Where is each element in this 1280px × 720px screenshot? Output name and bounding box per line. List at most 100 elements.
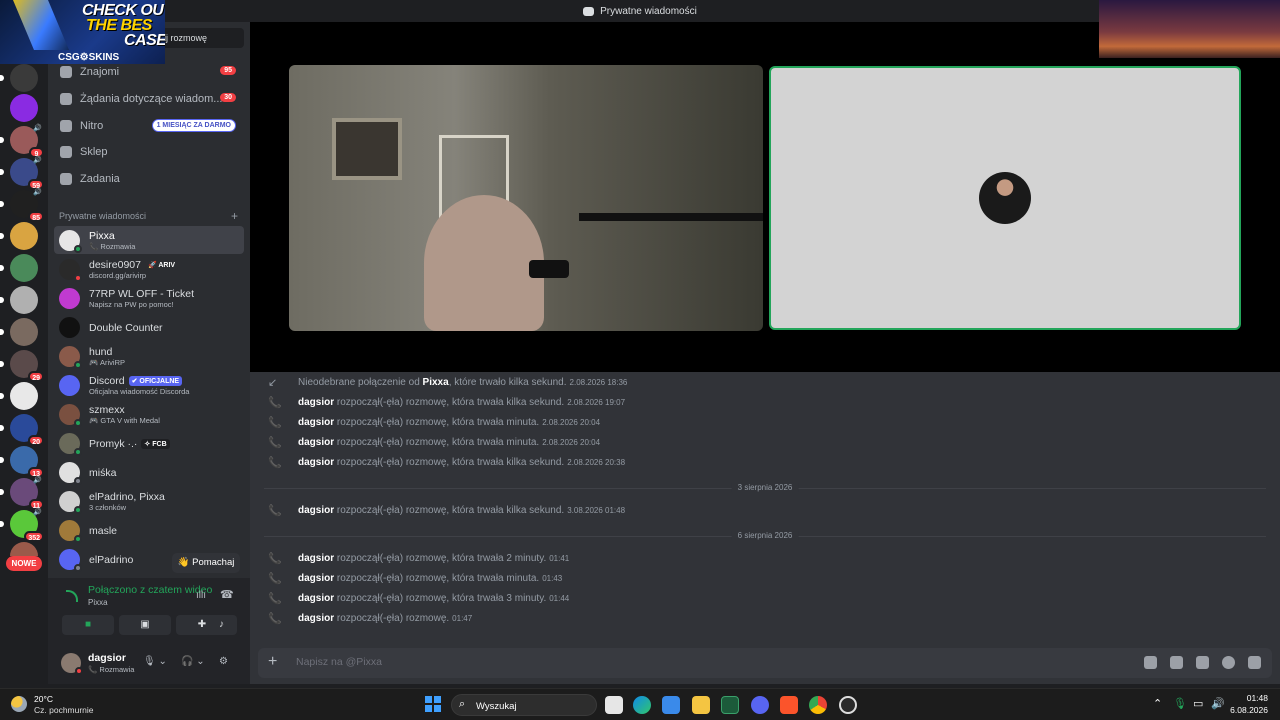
mention-badge: 352 [24, 531, 44, 542]
server-list: 🔊 9 🔊 59 🔊 85 29 20 13 🔊 11 🔊 352 [0, 64, 48, 578]
nav-label: Żądania dotyczące wiadom... [80, 93, 223, 105]
caller-name[interactable]: Pixxa [423, 377, 449, 388]
dm-item-discord[interactable]: Discord ✔ OFICJALNE Oficjalna wiadomość D… [54, 371, 244, 399]
apps-icon[interactable] [1248, 656, 1261, 669]
settings-icon[interactable]: ⚙ [219, 656, 228, 667]
chevron-up-icon[interactable]: ⌃ [1153, 697, 1162, 710]
user-status: 📞 Rozmawia [88, 665, 135, 674]
server-icon[interactable]: 🔊 85 [0, 189, 44, 222]
start-menu-icon[interactable] [425, 696, 441, 712]
voice-status-channel[interactable]: Pixxa [88, 598, 108, 607]
weather-temperature[interactable]: 20°C [34, 694, 53, 704]
headset-icon[interactable]: 🎧 ⌄ [181, 656, 205, 667]
user-avatar[interactable] [61, 653, 83, 675]
server-icon[interactable] [0, 286, 38, 314]
shop-icon [60, 146, 72, 158]
steam-icon[interactable] [839, 696, 857, 714]
dm-item-77rp-ticket[interactable]: 77RP WL OFF - Ticket Napisz na PW po pom… [54, 284, 244, 312]
edge-icon[interactable] [633, 696, 651, 714]
clock-date[interactable]: 6.08.2026 [1222, 705, 1268, 715]
speaker-icon: 🔊 [33, 157, 42, 164]
dm-status: 📞 Rozmawia [89, 242, 136, 251]
server-icon[interactable] [0, 254, 38, 282]
server-icon[interactable] [0, 382, 38, 410]
phone-icon: 📞 [268, 613, 282, 625]
caller-name[interactable]: dagsior [298, 397, 334, 408]
server-icon[interactable]: 🔊 9 [0, 125, 44, 158]
dm-item-masle[interactable]: masle [54, 516, 244, 544]
server-icon[interactable]: 29 [0, 350, 44, 382]
screen-share-button[interactable]: ▣ [119, 615, 171, 635]
chrome-icon[interactable] [809, 696, 827, 714]
dm-item-promyk[interactable]: Promyk ·.· ✧ FCB [54, 429, 244, 457]
ad-overlay[interactable]: CHECK OU THE BES CASE CSG⚙SKINS [0, 0, 165, 64]
dm-item-hund[interactable]: hund 🎮 AriviRP [54, 342, 244, 370]
disconnect-icon[interactable]: ☎ [220, 588, 234, 601]
microphone-tray-icon[interactable]: 🎙 [1173, 697, 1187, 710]
timestamp: 01:47 [452, 614, 473, 623]
wave-button[interactable]: 👋 Pomachaj [172, 553, 240, 573]
dm-item-miska[interactable]: miśka [54, 458, 244, 486]
dm-item-pixxa[interactable]: Pixxa 📞 Rozmawia [54, 226, 244, 254]
caller-name[interactable]: dagsior [298, 417, 334, 428]
dm-item-group-elpadrino-pixxa[interactable]: elPadrino, Pixxa 3 członków [54, 487, 244, 515]
clock-time[interactable]: 01:48 [1232, 693, 1268, 703]
nav-shop[interactable]: Sklep [54, 139, 244, 165]
dm-name-text: Promyk ·.· [89, 438, 138, 450]
server-icon[interactable]: 🔊 59 [0, 157, 44, 190]
dm-name: desire0907 🚀 ARIV [89, 259, 179, 271]
dm-name: hund [89, 346, 113, 358]
camera-button[interactable]: ■ [62, 615, 114, 635]
discord-icon [583, 6, 595, 16]
xbox-icon[interactable] [721, 696, 739, 714]
create-dm-icon[interactable]: + [231, 209, 238, 223]
weather-icon[interactable] [11, 696, 27, 712]
file-explorer-icon[interactable] [692, 696, 710, 714]
emoji-icon[interactable] [1222, 656, 1235, 669]
unread-pip [0, 393, 4, 399]
server-icon[interactable] [10, 542, 38, 556]
server-icon[interactable]: 13 [0, 446, 44, 478]
caller-name[interactable]: dagsior [298, 593, 334, 604]
caller-name[interactable]: dagsior [298, 613, 334, 624]
dm-name: 77RP WL OFF - Ticket [89, 288, 195, 300]
dm-item-double-counter[interactable]: Double Counter [54, 313, 244, 341]
caller-name[interactable]: dagsior [298, 505, 334, 516]
noise-suppression-icon[interactable]: ıllı [196, 590, 206, 601]
gif-icon[interactable] [1170, 656, 1183, 669]
server-icon[interactable] [10, 94, 38, 122]
caller-name[interactable]: dagsior [298, 573, 334, 584]
microphone-icon[interactable]: 🎙 ⌄ [143, 656, 167, 667]
sticker-icon[interactable] [1196, 656, 1209, 669]
task-view-icon[interactable] [605, 696, 623, 714]
dm-item-desire0907[interactable]: desire0907 🚀 ARIV discord.gg/arivirp [54, 255, 244, 283]
gift-icon[interactable] [1144, 656, 1157, 669]
dm-item-szmexx[interactable]: szmexx 🎮 GTA V with Medal [54, 400, 244, 428]
caller-name[interactable]: dagsior [298, 457, 334, 468]
store-icon[interactable] [662, 696, 680, 714]
server-icon[interactable]: 🔊 352 [0, 509, 44, 542]
soundboard-button[interactable]: ♪ [206, 615, 237, 635]
attach-plus-icon[interactable]: + [268, 653, 277, 671]
server-icon[interactable] [0, 318, 38, 346]
nav-nitro[interactable]: Nitro 1 MIESIĄC ZA DARMO [54, 113, 244, 139]
network-icon[interactable]: ▭ [1193, 697, 1203, 710]
caller-name[interactable]: dagsior [298, 553, 334, 564]
server-icon[interactable]: 🔊 11 [0, 477, 44, 510]
taskbar-search[interactable]: ⌕ Wyszukaj [451, 694, 597, 716]
video-tile-avatar[interactable] [769, 66, 1241, 330]
nav-quests[interactable]: Zadania [54, 166, 244, 192]
new-servers-pill[interactable]: NOWE [6, 556, 42, 571]
call-message-text: Nieodebrane połączenie od Pixxa, które t… [298, 377, 627, 388]
weather-condition[interactable]: Cz. pochmurnie [34, 705, 94, 715]
server-icon[interactable] [0, 64, 38, 92]
message-input[interactable] [296, 656, 996, 668]
video-tile-camera[interactable] [289, 65, 763, 331]
server-icon[interactable] [0, 222, 38, 250]
discord-taskbar-icon[interactable] [751, 696, 769, 714]
brave-icon[interactable] [780, 696, 798, 714]
server-icon[interactable]: 20 [0, 414, 44, 446]
timestamp: 01:41 [549, 554, 570, 563]
nav-message-requests[interactable]: Żądania dotyczące wiadom... 30 [54, 86, 244, 112]
caller-name[interactable]: dagsior [298, 437, 334, 448]
